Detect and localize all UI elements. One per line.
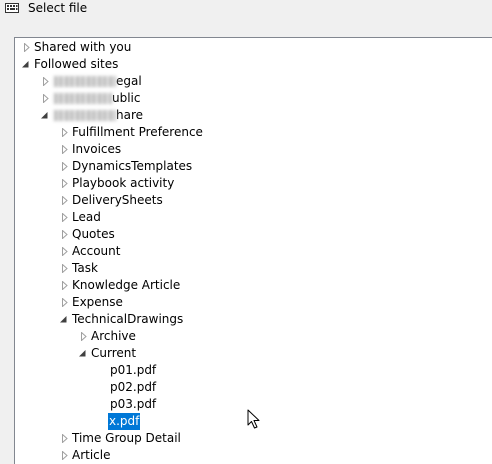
window-title: Select file (28, 1, 88, 15)
tree-item-followed-sites[interactable]: Followed sites (15, 56, 485, 73)
tree-item-folder[interactable]: Time Group Detail (15, 430, 485, 447)
tree-item-label: Quotes (72, 227, 115, 241)
tree-item-folder[interactable]: Expense (15, 294, 485, 311)
tree-item-folder[interactable]: Invoices (15, 141, 485, 158)
tree-item-site[interactable]: egal (15, 73, 485, 90)
expand-arrow-icon[interactable] (60, 162, 69, 171)
tree-item-label: Archive (91, 329, 136, 343)
tree-item-label: Expense (72, 295, 123, 309)
tree-item-folder[interactable]: Lead (15, 209, 485, 226)
expand-arrow-icon[interactable] (60, 298, 69, 307)
tree-item-folder[interactable]: Account (15, 243, 485, 260)
expand-arrow-icon[interactable] (60, 179, 69, 188)
redacted-text (54, 93, 112, 104)
expand-arrow-icon[interactable] (60, 213, 69, 222)
expand-arrow-icon[interactable] (60, 230, 69, 239)
tree-item-folder[interactable]: Quotes (15, 226, 485, 243)
tree-item-label: Invoices (72, 142, 122, 156)
expand-arrow-icon[interactable] (41, 94, 50, 103)
tree-item-label: Playbook activity (72, 176, 175, 190)
expand-arrow-icon[interactable] (60, 196, 69, 205)
tree-item-folder[interactable]: DynamicsTemplates (15, 158, 485, 175)
tree-item-folder[interactable]: Fulfillment Preference (15, 124, 485, 141)
title-bar: Select file (0, 0, 492, 20)
tree-item-label: ublic (53, 90, 142, 107)
expand-arrow-icon[interactable] (60, 145, 69, 154)
expand-arrow-icon[interactable] (60, 281, 69, 290)
tree-item-label: Knowledge Article (72, 278, 181, 292)
tree-item-site[interactable]: hare (15, 107, 485, 124)
expand-arrow-icon[interactable] (60, 128, 69, 137)
expand-arrow-icon[interactable] (60, 264, 69, 273)
tree-item-folder-current[interactable]: Current (15, 345, 485, 362)
tree-item-label: TechnicalDrawings (72, 312, 184, 326)
tree-item-label: p01.pdf (110, 363, 157, 377)
keyboard-icon (5, 3, 19, 13)
expand-arrow-icon[interactable] (60, 247, 69, 256)
expand-arrow-icon[interactable] (41, 77, 50, 86)
tree-item-label: Account (72, 244, 121, 258)
collapse-arrow-icon[interactable] (59, 315, 68, 324)
expand-arrow-icon[interactable] (79, 332, 88, 341)
tree-item-label: p02.pdf (110, 380, 157, 394)
tree-item-folder-archive[interactable]: Archive (15, 328, 485, 345)
tree-item-folder[interactable]: Playbook activity (15, 175, 485, 192)
collapse-arrow-icon[interactable] (78, 349, 87, 358)
mouse-pointer-icon (247, 409, 260, 429)
redacted-text (54, 76, 116, 87)
tree-item-folder[interactable]: Knowledge Article (15, 277, 485, 294)
tree-item-folder-technical-drawings[interactable]: TechnicalDrawings (15, 311, 485, 328)
tree-item-label: Time Group Detail (72, 431, 181, 445)
collapse-arrow-icon[interactable] (21, 60, 30, 69)
file-tree[interactable]: Shared with you Followed sites egal ubli… (14, 37, 492, 464)
redacted-text (54, 110, 116, 121)
expand-arrow-icon[interactable] (60, 451, 69, 460)
collapse-arrow-icon[interactable] (40, 111, 49, 120)
tree-item-label: hare (53, 107, 144, 124)
tree-item-label: Current (91, 346, 137, 360)
tree-item-folder[interactable]: DeliverySheets (15, 192, 485, 209)
tree-item-label: egal (53, 73, 143, 90)
tree-item-label: DeliverySheets (72, 193, 163, 207)
tree-item-label: DynamicsTemplates (72, 159, 193, 173)
tree-item-folder[interactable]: Article (15, 447, 485, 464)
tree-item-file[interactable]: p01.pdf (15, 362, 485, 379)
tree-item-label: Shared with you (34, 40, 132, 54)
expand-arrow-icon[interactable] (22, 43, 31, 52)
tree-item-folder[interactable]: Task (15, 260, 485, 277)
tree-item-label: Lead (72, 210, 101, 224)
tree-item-label: Article (72, 448, 111, 462)
tree-item-shared-with-you[interactable]: Shared with you (15, 39, 485, 56)
tree-item-label: x.pdf (108, 413, 141, 430)
tree-item-file[interactable]: p02.pdf (15, 379, 485, 396)
tree-item-site[interactable]: ublic (15, 90, 485, 107)
tree-item-label: Fulfillment Preference (72, 125, 203, 139)
expand-arrow-icon[interactable] (60, 434, 69, 443)
tree-item-label: Task (72, 261, 98, 275)
tree-item-label: p03.pdf (110, 397, 157, 411)
tree-item-label: Followed sites (34, 57, 119, 71)
